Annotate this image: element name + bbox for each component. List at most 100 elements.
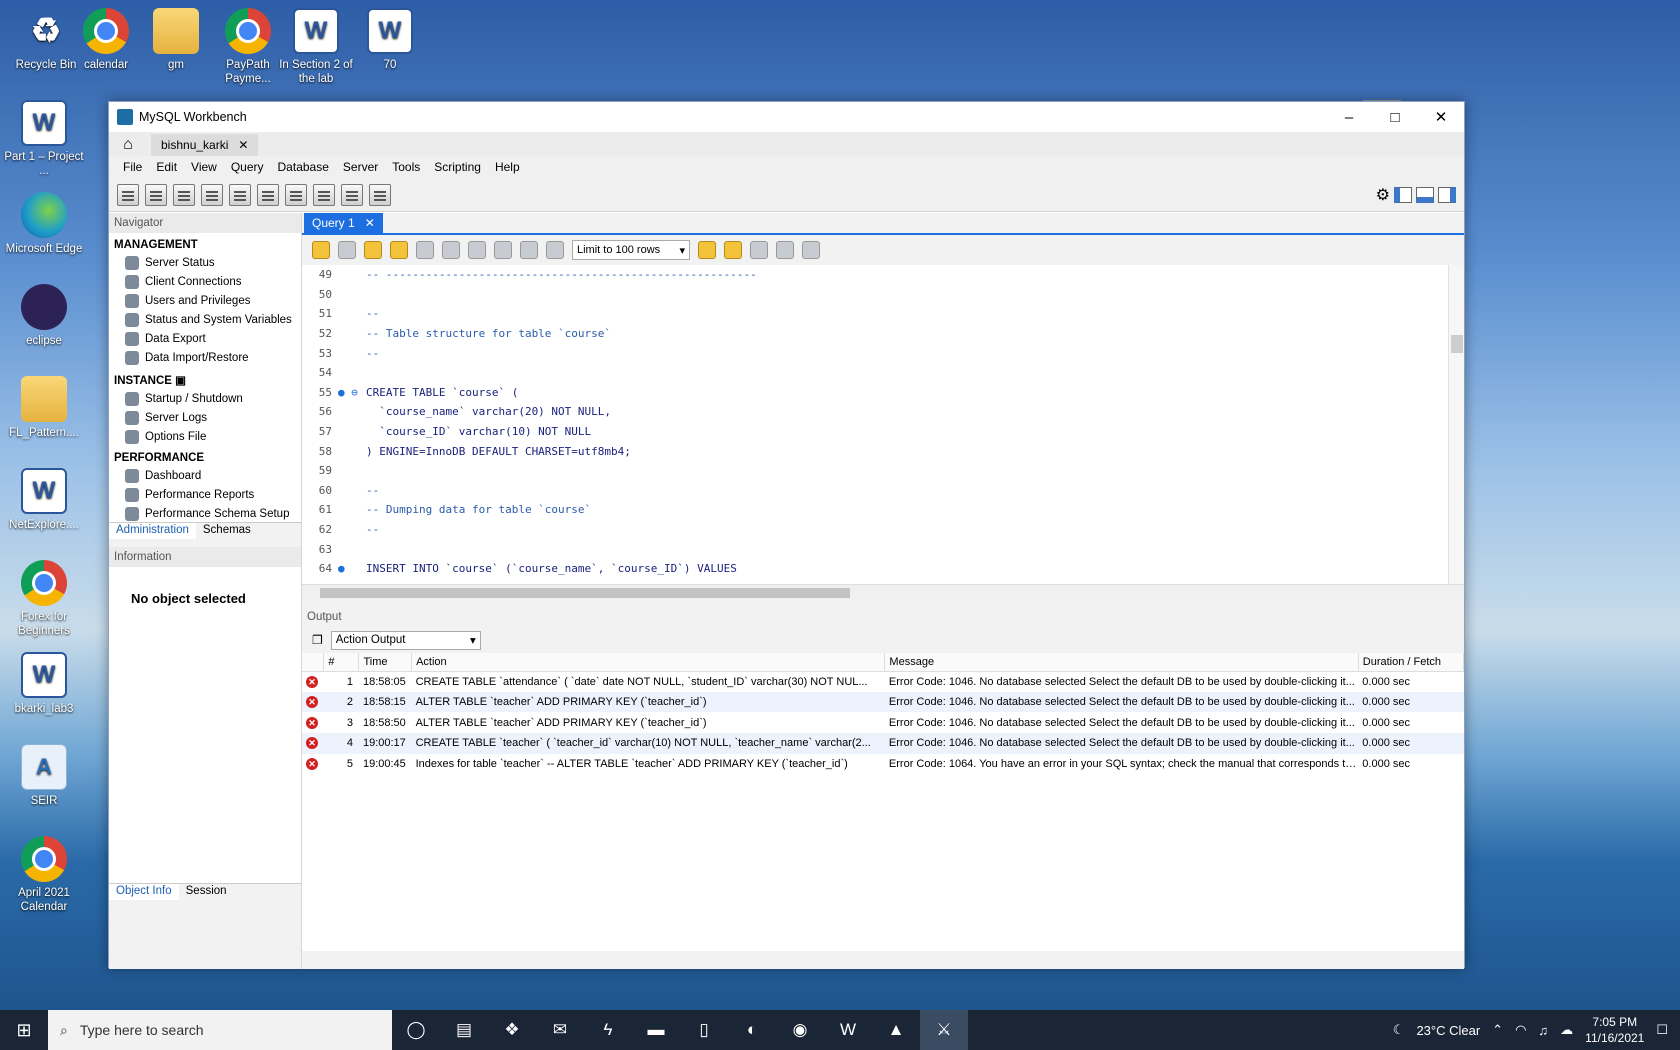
output-column-header[interactable]: Time (358, 653, 413, 672)
navigator-item[interactable]: Status and System Variables (109, 310, 301, 329)
close-button[interactable]: ✕ (1418, 102, 1464, 132)
menu-query[interactable]: Query (225, 158, 270, 176)
find-icon[interactable] (750, 241, 768, 259)
limit-rows-select[interactable]: Limit to 100 rows ▾ (572, 240, 690, 260)
create-view-icon[interactable] (257, 183, 279, 206)
navigator-item[interactable]: Dashboard (109, 466, 301, 485)
mail-icon[interactable]: ✉ (536, 1010, 584, 1050)
navigator-item[interactable]: Server Logs (109, 408, 301, 427)
execute-icon[interactable] (364, 241, 382, 259)
maximize-button[interactable]: □ (1372, 102, 1418, 132)
table-row[interactable]: ✕ 4 19:00:17 CREATE TABLE `teacher` ( `teac… (302, 733, 1464, 754)
connection-tab[interactable]: bishnu_karki ✕ (151, 134, 259, 156)
desktop-icon[interactable]: W Part 1 – Project ... (0, 100, 88, 178)
navigator-item[interactable]: Data Export (109, 329, 301, 348)
toggle-sidebar-icon[interactable] (1394, 186, 1412, 203)
explain-icon[interactable] (416, 241, 434, 259)
inspector-icon[interactable] (173, 183, 195, 206)
menu-database[interactable]: Database (272, 158, 335, 176)
execute-current-icon[interactable] (390, 241, 408, 259)
app-bolt-icon[interactable]: ϟ (584, 1010, 632, 1050)
menu-view[interactable]: View (185, 158, 223, 176)
reconnect-icon[interactable] (369, 183, 391, 206)
create-procedure-icon[interactable] (285, 183, 307, 206)
copy-output-icon[interactable]: ❐ (312, 633, 323, 647)
task-view-icon[interactable]: ◯ (392, 1010, 440, 1050)
navigator-item[interactable]: Client Connections (109, 272, 301, 291)
tab-administration[interactable]: Administration (109, 523, 196, 539)
toggle-error-stop-icon[interactable] (468, 241, 486, 259)
navigator-item[interactable]: Data Import/Restore (109, 348, 301, 367)
invisible-chars-icon[interactable] (776, 241, 794, 259)
minimize-button[interactable]: – (1326, 102, 1372, 132)
desktop-icon[interactable]: W 70 (346, 8, 434, 72)
edge-icon[interactable]: ◐ (728, 1010, 776, 1050)
open-sql-script-icon[interactable] (145, 183, 167, 206)
taskbar-search[interactable]: ⌕ Type here to search (48, 1010, 392, 1050)
output-type-select[interactable]: Action Output ▾ (330, 630, 481, 650)
create-schema-icon[interactable] (201, 183, 223, 206)
photos-icon[interactable]: ▲ (872, 1010, 920, 1050)
output-column-header[interactable]: # (323, 653, 360, 672)
mysql-workbench-taskbar-icon[interactable]: ⚔ (920, 1010, 968, 1050)
search-table-data-icon[interactable] (341, 183, 363, 206)
tab-schemas[interactable]: Schemas (196, 523, 258, 539)
toggle-output-icon[interactable] (1416, 186, 1434, 203)
desktop-icon[interactable]: Microsoft Edge (0, 192, 88, 256)
output-column-header[interactable]: Message (884, 653, 1359, 672)
desktop-icon[interactable]: FL_Pattern.... (0, 376, 88, 440)
output-column-header[interactable]: Duration / Fetch (1358, 653, 1465, 672)
desktop-icon[interactable]: April 2021 Calendar (0, 836, 88, 914)
navigator-item[interactable]: Users and Privileges (109, 291, 301, 310)
table-row[interactable]: ✕ 1 18:58:05 CREATE TABLE `attendance` ( `d… (302, 671, 1464, 692)
notifications-icon[interactable]: ☐ (1656, 1022, 1668, 1038)
beautify-icon[interactable] (724, 241, 742, 259)
navigator-item[interactable]: Performance Reports (109, 485, 301, 504)
file-explorer-icon[interactable]: ▬ (632, 1010, 680, 1050)
menu-file[interactable]: File (117, 158, 148, 176)
menu-tools[interactable]: Tools (386, 158, 426, 176)
table-row[interactable]: ✕ 3 18:58:50 ALTER TABLE `teacher` ADD PRIM… (302, 712, 1464, 733)
editor-horizontal-scrollbar[interactable] (302, 584, 1464, 601)
store-icon[interactable]: ▤ (440, 1010, 488, 1050)
autocommit-icon[interactable] (546, 241, 564, 259)
table-row[interactable]: ✕ 2 18:58:15 ALTER TABLE `teacher` ADD PRIM… (302, 691, 1464, 713)
menu-scripting[interactable]: Scripting (428, 158, 487, 176)
menu-help[interactable]: Help (489, 158, 526, 176)
desktop-icon[interactable]: A SEIR (0, 744, 88, 808)
desktop-icon[interactable]: eclipse (0, 284, 88, 348)
clock[interactable]: 7:05 PM 11/16/2021 (1585, 1014, 1644, 1046)
tab-session[interactable]: Session (179, 884, 234, 900)
desktop-icon[interactable]: Wbkarki_lab3 (0, 652, 88, 716)
wifi-icon[interactable]: ◠ (1515, 1022, 1526, 1038)
desktop-icon[interactable]: Forex for Beginners (0, 560, 88, 638)
navigator-item[interactable]: Startup / Shutdown (109, 389, 301, 408)
rollback-icon[interactable] (520, 241, 538, 259)
stop-icon[interactable] (442, 241, 460, 259)
navigator-item[interactable]: Server Status (109, 253, 301, 272)
tab-object-info[interactable]: Object Info (109, 884, 179, 900)
commit-icon[interactable] (494, 241, 512, 259)
volume-icon[interactable]: ♫ (1538, 1023, 1548, 1038)
navigator-item[interactable]: Options File (109, 427, 301, 446)
show-hidden-icons-icon[interactable]: ⌃ (1492, 1022, 1503, 1038)
save-file-icon[interactable] (338, 241, 356, 259)
menu-server[interactable]: Server (337, 158, 384, 176)
menu-edit[interactable]: Edit (150, 158, 183, 176)
create-table-icon[interactable] (229, 183, 251, 206)
output-column-header[interactable]: Action (411, 653, 886, 672)
navigator-item[interactable]: Performance Schema Setup (109, 504, 301, 522)
cloud-icon[interactable]: ☁ (1560, 1022, 1573, 1038)
sql-editor[interactable]: 49 -- -----------------------------------… (302, 265, 1464, 584)
toggle-secondary-sidebar-icon[interactable] (1438, 186, 1456, 203)
create-function-icon[interactable] (313, 183, 335, 206)
editor-vertical-scrollbar[interactable] (1448, 265, 1464, 584)
chrome-icon[interactable]: ◉ (776, 1010, 824, 1050)
close-query-tab-icon[interactable]: ✕ (365, 216, 375, 230)
table-row[interactable]: ✕ 5 19:00:45 Indexes for table `teacher` --… (302, 754, 1464, 775)
add-snippet-icon[interactable] (698, 241, 716, 259)
output-column-header[interactable] (302, 653, 325, 672)
close-tab-icon[interactable]: ✕ (238, 138, 248, 152)
windows-start-icon[interactable]: ⊞ (0, 1020, 48, 1041)
wrap-lines-icon[interactable] (802, 241, 820, 259)
